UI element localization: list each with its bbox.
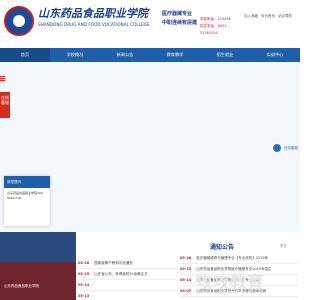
slogan-line: 医疗器械专业 <box>162 11 193 17</box>
nav-home[interactable]: 首页 <box>0 48 50 62</box>
school-logo[interactable] <box>4 6 34 36</box>
nav-teaching[interactable]: 教育教学 <box>150 48 200 62</box>
admission-phone: 招生电话：0631-51581700 <box>200 24 228 35</box>
online-service-button[interactable]: 在线客服 <box>272 142 298 154</box>
nav-about[interactable]: 学校概况 <box>50 48 100 62</box>
list-item[interactable]: 05-14 <box>78 280 176 291</box>
list-item[interactable]: 05-16 国家级骨干教师评选通知 <box>78 258 176 269</box>
school-phone: 学校电话：123456 <box>200 17 231 21</box>
main-nav: 首页 学校概况 新闻公告 教育教学 招生就业 实训中心 <box>0 48 300 62</box>
list-item[interactable]: 05-16 医疗器械维修与管理专业【专业改布】2019年 <box>180 253 298 264</box>
photo-caption: 山东药品食品职业学院 <box>4 284 39 288</box>
add-favorite-link[interactable]: 加入收藏 <box>244 14 258 19</box>
site-map-link[interactable]: 站点导航 <box>278 14 292 19</box>
page: 山东药品食品职业学院 SHANDONG DRUG AND FOOD VOCATI… <box>0 0 300 300</box>
menu-icon[interactable] <box>0 76 6 81</box>
news-list: 05-16 国家级骨干教师评选通知 05-15 山东省公布，获得我校50余篇论文 0… <box>78 258 176 300</box>
popup-title: 请您提问 <box>4 176 50 188</box>
list-item[interactable]: 05-13 <box>78 291 176 300</box>
header-slogan: 医疗器械专业 中职连续有层建 <box>162 10 198 28</box>
avatar-icon <box>272 143 282 153</box>
header: 山东药品食品职业学院 SHANDONG DRUG AND FOOD VOCATI… <box>0 0 300 42</box>
school-name: 山东药品食品职业学院 <box>38 7 148 20</box>
contact-info: 学校电话：123456 招生电话：0631-51581700 <box>200 16 242 37</box>
list-item[interactable]: 05-15 山东省公布，获得我校50余篇论文 <box>78 269 176 280</box>
side-service-tab[interactable]: 在线客服 <box>0 92 10 118</box>
notice-title: 通知公告 <box>210 244 235 251</box>
nav-news[interactable]: 新闻公告 <box>100 48 150 62</box>
chat-label: 在线客服 <box>284 145 298 150</box>
watermark-url: www.example.com <box>208 290 246 295</box>
consult-popup[interactable]: 请您提问 山东药品食品职业学院400-8060-700 <box>4 176 50 226</box>
nav-training[interactable]: 实训中心 <box>250 48 300 62</box>
set-homepage-link[interactable]: 设为首页 <box>261 14 275 19</box>
school-name-en: SHANDONG DRUG AND FOOD VOCATIONAL COLLEG… <box>38 22 150 27</box>
top-links: 加入收藏 设为首页 站点导航 <box>244 14 296 19</box>
notice-more-link[interactable]: 更多 <box>280 244 287 249</box>
nav-admission[interactable]: 招生就业 <box>200 48 250 62</box>
campus-photo[interactable]: 山东药品食品职业学院 <box>0 232 76 300</box>
slogan-line: 中职连续有层建 <box>162 20 198 26</box>
popup-text: 山东药品食品职业学院400-8060-700 <box>7 191 44 200</box>
